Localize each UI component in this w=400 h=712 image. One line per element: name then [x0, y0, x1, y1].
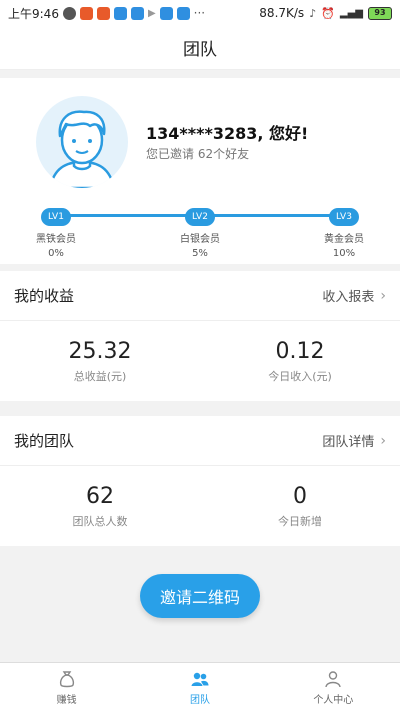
earnings-title: 我的收益	[14, 287, 75, 305]
level-item-lv1: LV1 黑铁会员 0%	[16, 204, 96, 259]
level-percent: 5%	[192, 248, 208, 259]
level-item-lv3: LV3 黄金会员 10%	[304, 204, 384, 259]
signal-icon: ▂▄▆	[339, 7, 363, 19]
stat-label: 今日新增	[278, 514, 322, 528]
income-report-label: 收入报表	[322, 290, 375, 305]
page-title: 团队	[183, 40, 217, 60]
chevron-right-icon: ›	[380, 432, 386, 449]
stat-label: 团队总人数	[72, 514, 128, 528]
level-percent: 0%	[48, 248, 64, 259]
total-earnings: 25.32 总收益(元)	[0, 339, 200, 384]
stat-value: 25.32	[68, 338, 132, 364]
app-notification-icon	[159, 6, 173, 20]
level-item-lv2: LV2 白银会员 5%	[160, 204, 240, 259]
team-card: 我的团队 团队详情 › 62 团队总人数 0 今日新增	[0, 416, 400, 546]
username-greeting: 134****3283, 您好!	[146, 124, 309, 143]
today-income: 0.12 今日收入(元)	[200, 339, 400, 384]
invite-qr-button[interactable]: 邀请二维码	[140, 574, 260, 618]
tab-label: 团队	[189, 695, 210, 706]
stat-value: 62	[86, 483, 114, 509]
level-name: 黄金会员	[324, 234, 364, 245]
mute-icon: ♪	[309, 6, 317, 20]
earnings-header: 我的收益 收入报表 ›	[0, 271, 400, 321]
team-icon	[191, 672, 209, 686]
earnings-stats: 25.32 总收益(元) 0.12 今日收入(元)	[0, 321, 400, 401]
tab-team[interactable]: 团队	[133, 663, 266, 712]
level-badge: LV2	[185, 208, 215, 226]
nav-bar: 团队	[0, 26, 400, 70]
more-icon: ···	[193, 6, 206, 20]
stat-value: 0	[293, 483, 307, 509]
wechat-icon	[62, 6, 76, 20]
team-new-today: 0 今日新增	[200, 484, 400, 529]
level-percent: 10%	[332, 248, 356, 259]
earnings-card: 我的收益 收入报表 › 25.32 总收益(元) 0.12 今日收入(元)	[0, 271, 400, 401]
network-speed: 88.7K/s	[259, 6, 305, 20]
team-total-members: 62 团队总人数	[0, 484, 200, 529]
tab-label: 赚钱	[56, 695, 77, 706]
team-details-label: 团队详情	[322, 435, 375, 450]
stat-label: 总收益(元)	[73, 369, 127, 383]
app-notification-icon	[79, 6, 93, 20]
level-badge: LV3	[329, 208, 359, 226]
alarm-icon: ⏰	[321, 6, 335, 20]
app-notification-icon	[113, 6, 127, 20]
money-bag-icon	[59, 671, 74, 688]
status-time: 上午9:46	[8, 6, 59, 21]
avatar-person-icon	[48, 110, 116, 188]
chevron-right-icon: ›	[380, 287, 386, 304]
tab-profile[interactable]: 个人中心	[267, 663, 400, 712]
team-details-link[interactable]: 团队详情 ›	[322, 431, 386, 451]
invite-count-text: 您已邀请 62个好友	[146, 147, 250, 161]
app-notification-icon	[96, 6, 110, 20]
stat-label: 今日收入(元)	[268, 369, 332, 383]
avatar[interactable]	[36, 96, 128, 188]
team-title: 我的团队	[14, 432, 75, 450]
battery-icon: 93	[368, 6, 392, 20]
bottom-tab-bar: 赚钱 团队 个人中心	[0, 662, 400, 712]
profile-section: 134****3283, 您好! 您已邀请 62个好友 LV1 黑铁会员 0% …	[0, 78, 400, 264]
level-name: 黑铁会员	[36, 234, 76, 245]
level-badge: LV1	[41, 208, 71, 226]
app-notification-icon	[176, 6, 190, 20]
tab-earn[interactable]: 赚钱	[0, 663, 133, 712]
level-name: 白银会员	[180, 234, 220, 245]
tab-label: 个人中心	[313, 695, 354, 706]
person-icon	[325, 671, 342, 688]
team-stats: 62 团队总人数 0 今日新增	[0, 466, 400, 546]
team-header: 我的团队 团队详情 ›	[0, 416, 400, 466]
income-report-link[interactable]: 收入报表 ›	[322, 286, 386, 306]
status-bar: 上午9:46 ▶ ··· 88.7K/s ♪ ⏰ ▂▄▆ 93	[0, 0, 400, 26]
stat-value: 0.12	[275, 338, 325, 364]
play-icon: ▶	[147, 7, 156, 19]
app-notification-icon	[130, 6, 144, 20]
